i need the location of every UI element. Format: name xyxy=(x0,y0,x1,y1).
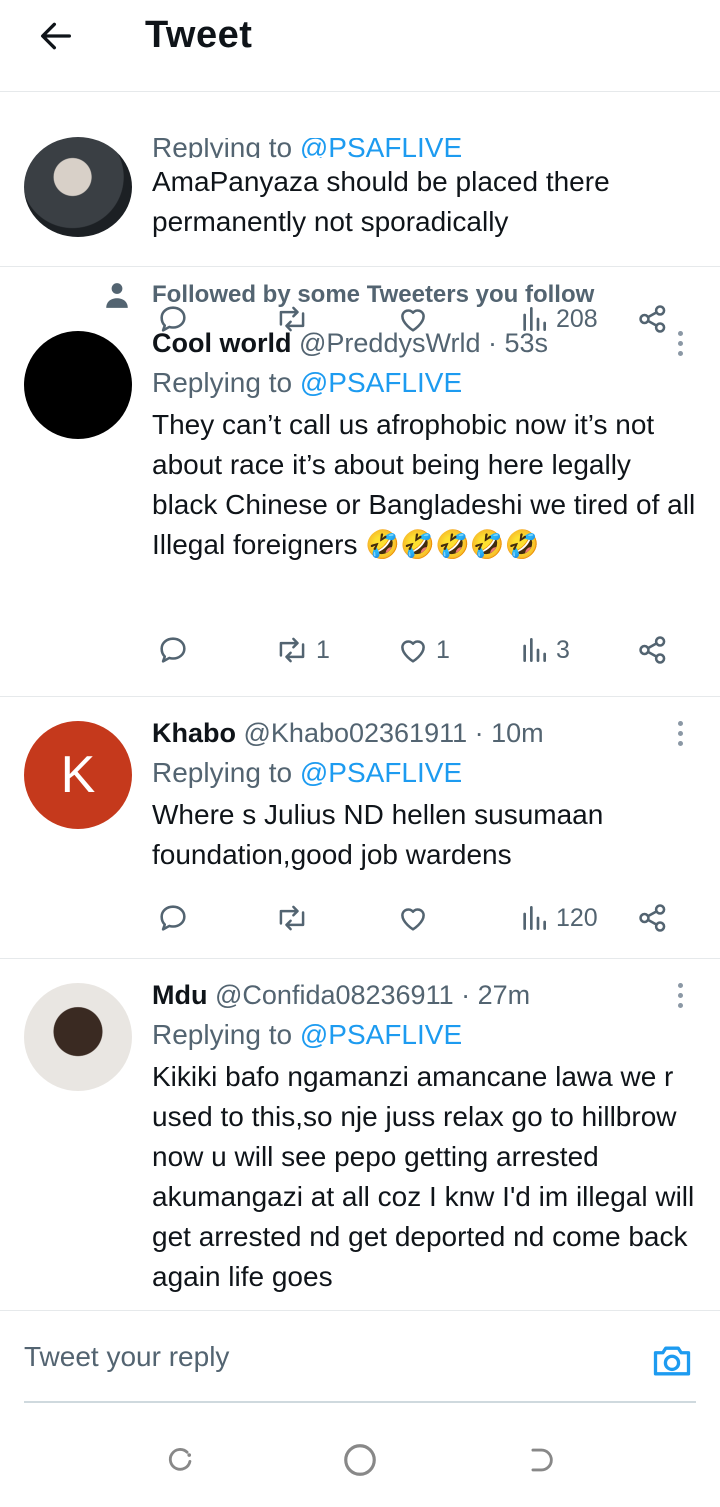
reply-prefix: Replying to xyxy=(152,757,293,788)
tweet-time: · 27m xyxy=(461,980,531,1010)
tweet-text: Where s Julius ND hellen susumaan founda… xyxy=(152,799,604,870)
back-button[interactable] xyxy=(34,14,78,58)
retweet-count: 1 xyxy=(316,635,330,664)
avatar[interactable] xyxy=(24,137,132,237)
author-line: Cool world @PreddysWrld · 53s xyxy=(152,323,696,363)
page-title: Tweet xyxy=(145,14,253,56)
avatar[interactable] xyxy=(24,983,132,1091)
author-line: Mdu @Confida08236911 · 27m xyxy=(152,975,696,1015)
tweet[interactable]: Mdu @Confida08236911 · 27m Replying to @… xyxy=(0,959,720,1310)
author-name[interactable]: Khabo xyxy=(152,718,236,748)
share-icon xyxy=(639,636,666,664)
top-app-bar: Tweet xyxy=(0,0,720,92)
like-button[interactable]: 1 xyxy=(396,630,450,670)
recent-apps-button[interactable] xyxy=(160,1440,200,1480)
avatar[interactable] xyxy=(24,331,132,439)
home-circle-icon xyxy=(344,1444,376,1476)
reply-handle-link[interactable]: @PSAFLIVE xyxy=(300,138,462,158)
heart-icon xyxy=(401,640,425,663)
avatar-letter: K xyxy=(60,746,96,804)
reply-prefix: Replying to xyxy=(152,138,293,158)
heart-icon xyxy=(401,908,425,931)
reply-button[interactable] xyxy=(156,898,190,938)
back-nav-button[interactable] xyxy=(520,1440,560,1480)
like-count: 1 xyxy=(436,635,450,664)
reply-icon xyxy=(160,905,186,931)
tweet[interactable]: K Khabo @Khabo02361911 · 10m Replying to… xyxy=(0,697,720,959)
views-icon xyxy=(523,906,546,930)
share-button[interactable] xyxy=(636,898,670,938)
more-options-button[interactable] xyxy=(674,983,686,1008)
camera-button[interactable] xyxy=(650,1339,694,1383)
share-icon xyxy=(639,904,666,932)
social-context-text: Followed by some Tweeters you follow xyxy=(152,281,595,308)
avatar[interactable]: K xyxy=(24,721,132,829)
views-icon xyxy=(523,638,546,662)
tweet-time: · 10m xyxy=(474,718,544,748)
back-nav-icon xyxy=(531,1448,553,1472)
tweet-text: AmaPanyaza should be placed there perman… xyxy=(152,166,610,237)
reply-button[interactable] xyxy=(156,630,190,670)
author-name[interactable]: Mdu xyxy=(152,980,207,1010)
camera-icon xyxy=(653,1346,691,1376)
recents-icon xyxy=(168,1448,192,1471)
system-nav-bar xyxy=(0,1410,720,1507)
tweet-actions: 120 xyxy=(152,898,692,938)
views-count: 3 xyxy=(556,635,570,664)
retweet-button[interactable]: 1 xyxy=(274,630,330,670)
social-context: Followed by some Tweeters you follow xyxy=(104,275,594,315)
views-button[interactable]: 120 xyxy=(518,898,598,938)
author-handle[interactable]: @Confida08236911 xyxy=(215,980,454,1010)
more-options-button[interactable] xyxy=(674,331,686,356)
views-button[interactable]: 3 xyxy=(518,630,570,670)
replying-to: Replying to @PSAFLIVE xyxy=(152,138,462,158)
tweet-actions: 1 1 3 xyxy=(152,630,692,670)
retweet-button[interactable] xyxy=(274,898,310,938)
tweet-text: They can’t call us afrophobic now it’s n… xyxy=(152,409,696,560)
replying-to: Replying to @PSAFLIVE xyxy=(152,1015,696,1055)
reply-prefix: Replying to xyxy=(152,367,293,398)
tweet-text: Kikiki bafo ngamanzi amancane lawa we r … xyxy=(152,1061,695,1292)
share-button[interactable] xyxy=(636,630,670,670)
retweet-icon xyxy=(279,637,305,663)
person-icon xyxy=(106,283,128,308)
more-options-button[interactable] xyxy=(674,721,686,746)
tweet-time: · 53s xyxy=(487,328,549,358)
reply-feed[interactable]: Replying to @PSAFLIVE AmaPanyaza should … xyxy=(0,92,720,1310)
tweet[interactable]: Followed by some Tweeters you follow Coo… xyxy=(0,267,720,697)
reply-composer: Tweet your reply xyxy=(0,1310,720,1410)
tweet[interactable]: Replying to @PSAFLIVE AmaPanyaza should … xyxy=(0,92,720,333)
reply-input[interactable]: Tweet your reply xyxy=(24,1341,229,1373)
input-underline xyxy=(24,1401,696,1403)
author-handle[interactable]: @Khabo02361911 xyxy=(244,718,468,748)
views-count: 120 xyxy=(556,903,598,932)
reply-handle-link[interactable]: @PSAFLIVE xyxy=(300,367,462,398)
like-button[interactable] xyxy=(396,898,430,938)
arrow-left-icon xyxy=(41,22,72,50)
replying-to: Replying to @PSAFLIVE xyxy=(152,363,696,403)
reply-icon xyxy=(160,637,186,663)
reply-handle-link[interactable]: @PSAFLIVE xyxy=(300,757,462,788)
author-handle[interactable]: @PreddysWrld xyxy=(299,328,480,358)
author-line: Khabo @Khabo02361911 · 10m xyxy=(152,713,696,753)
home-button[interactable] xyxy=(340,1440,380,1480)
reply-prefix: Replying to xyxy=(152,1019,293,1050)
author-name[interactable]: Cool world xyxy=(152,328,291,358)
retweet-icon xyxy=(279,905,305,931)
reply-handle-link[interactable]: @PSAFLIVE xyxy=(300,1019,462,1050)
replying-to: Replying to @PSAFLIVE xyxy=(152,753,696,793)
